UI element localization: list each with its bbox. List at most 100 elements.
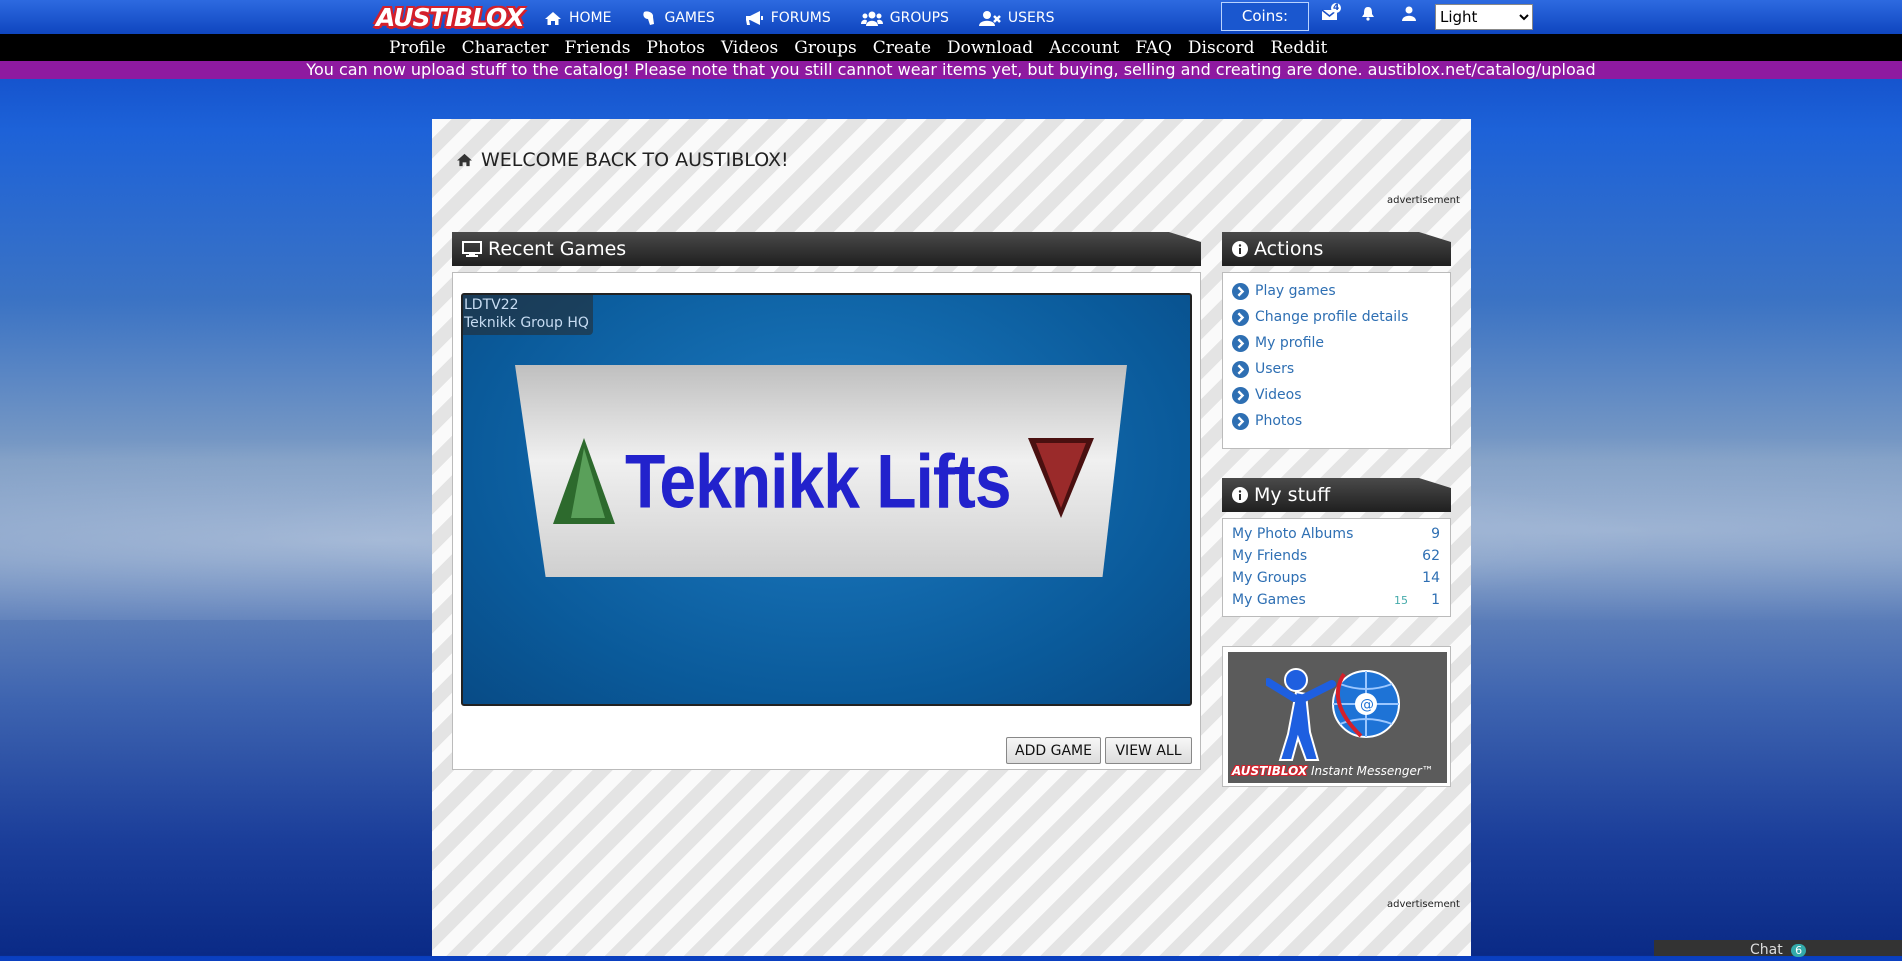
- stuff-label: My Photo Albums: [1232, 526, 1354, 542]
- chevron-right-circle-icon: [1232, 386, 1249, 404]
- game-info-tag: LDTV22 Teknikk Group HQ: [463, 295, 593, 335]
- stuff-label: My Friends: [1232, 548, 1308, 564]
- subnav-faq[interactable]: FAQ: [1135, 38, 1172, 58]
- action-label: My profile: [1255, 335, 1325, 351]
- nav-users-label: USERS: [1007, 10, 1055, 26]
- megaphone-icon: [745, 10, 763, 25]
- announcement-banner: You can now upload stuff to the catalog!…: [0, 61, 1902, 79]
- nav-games-label: GAMES: [664, 10, 715, 26]
- game-name[interactable]: Teknikk Group HQ: [464, 314, 589, 332]
- action-change-profile[interactable]: Change profile details: [1232, 304, 1450, 330]
- my-stuff-groups[interactable]: My Groups 14: [1232, 567, 1450, 589]
- subnav-download[interactable]: Download: [947, 38, 1033, 58]
- subnav-account[interactable]: Account: [1049, 38, 1119, 58]
- stuff-label: My Groups: [1232, 570, 1307, 586]
- messages-button[interactable]: 4: [1321, 3, 1342, 25]
- messenger-brand: AUSTIBLOX: [1232, 764, 1308, 778]
- action-label: Photos: [1255, 413, 1303, 429]
- advertisement-label-top: advertisement: [1387, 195, 1460, 206]
- subnav-friends[interactable]: Friends: [565, 38, 631, 58]
- recent-games-box: Teknikk Lifts LDTV22 Teknikk Group HQ AD…: [452, 272, 1201, 770]
- view-all-button[interactable]: VIEW ALL: [1105, 737, 1192, 764]
- subnav-discord[interactable]: Discord: [1188, 38, 1255, 58]
- my-stuff-friends[interactable]: My Friends 62: [1232, 545, 1450, 567]
- profile-button[interactable]: [1402, 6, 1416, 25]
- action-label: Users: [1255, 361, 1295, 377]
- subnav-photos[interactable]: Photos: [647, 38, 705, 58]
- home-icon: [457, 153, 472, 167]
- actions-header: Actions: [1222, 232, 1451, 266]
- site-logo[interactable]: AUSTIBLOX: [376, 0, 525, 34]
- top-bar: AUSTIBLOX HOME GAMES FORUMS GROUPS USERS…: [0, 0, 1902, 52]
- nav-forums[interactable]: FORUMS: [745, 10, 831, 26]
- messenger-caption: AUSTIBLOX Instant Messenger™: [1232, 764, 1434, 778]
- stuff-count: 9: [1431, 526, 1440, 542]
- notifications-button[interactable]: [1361, 6, 1375, 25]
- nav-home-label: HOME: [569, 10, 612, 26]
- monitor-icon: [462, 241, 482, 257]
- info-icon: [1232, 241, 1248, 257]
- my-stuff-header: My stuff: [1222, 478, 1451, 512]
- actions-title: Actions: [1254, 238, 1324, 260]
- top-nav: HOME GAMES FORUMS GROUPS USERS: [544, 0, 1085, 36]
- subnav-character[interactable]: Character: [462, 38, 549, 58]
- user-icon: [1402, 6, 1416, 21]
- instant-messenger-promo[interactable]: @ AUSTIBLOX Instant Messenger™: [1222, 646, 1451, 787]
- group-icon: [860, 11, 883, 26]
- home-icon: [545, 11, 561, 25]
- chevron-right-circle-icon: [1232, 334, 1249, 352]
- chat-count-badge: 6: [1791, 944, 1807, 957]
- action-videos[interactable]: Videos: [1232, 382, 1450, 408]
- action-label: Change profile details: [1255, 309, 1409, 325]
- chevron-right-circle-icon: [1232, 308, 1249, 326]
- nav-games[interactable]: GAMES: [641, 10, 715, 26]
- recent-games-title: Recent Games: [488, 238, 627, 260]
- stuff-count: 1: [1431, 592, 1440, 608]
- action-photos[interactable]: Photos: [1232, 408, 1450, 434]
- add-game-button[interactable]: ADD GAME: [1006, 737, 1101, 764]
- nav-forums-label: FORUMS: [770, 10, 831, 26]
- up-arrow-icon: [553, 438, 615, 524]
- welcome-text: WELCOME BACK TO AUSTIBLOX!: [481, 149, 789, 171]
- nav-users[interactable]: USERS: [978, 10, 1055, 26]
- stuff-label: My Games: [1232, 592, 1306, 608]
- my-stuff-games[interactable]: My Games 15 1: [1232, 589, 1450, 611]
- chevron-right-circle-icon: [1232, 412, 1249, 430]
- messenger-text: Instant Messenger™: [1311, 764, 1434, 778]
- subnav-profile[interactable]: Profile: [389, 38, 446, 58]
- action-label: Play games: [1255, 283, 1336, 299]
- nav-home[interactable]: HOME: [544, 10, 611, 26]
- subnav-reddit[interactable]: Reddit: [1270, 38, 1327, 58]
- svg-text:@: @: [1360, 697, 1374, 713]
- subnav-groups[interactable]: Groups: [794, 38, 857, 58]
- games-icon: [643, 11, 655, 25]
- my-stuff-photo-albums[interactable]: My Photo Albums 9: [1232, 523, 1450, 545]
- action-label: Videos: [1255, 387, 1302, 403]
- down-arrow-icon: [1028, 438, 1094, 518]
- advertisement-label-bottom: advertisement: [1387, 899, 1460, 910]
- coins-display[interactable]: Coins: 2840: [1221, 2, 1309, 52]
- game-thumbnail[interactable]: Teknikk Lifts LDTV22 Teknikk Group HQ: [461, 293, 1192, 706]
- instant-messenger-banner: @ AUSTIBLOX Instant Messenger™: [1228, 652, 1447, 783]
- nav-groups[interactable]: GROUPS: [860, 10, 949, 26]
- messenger-figure-icon: @: [1266, 668, 1400, 761]
- theme-select[interactable]: Light: [1435, 4, 1533, 30]
- welcome-heading: WELCOME BACK TO AUSTIBLOX!: [456, 149, 789, 171]
- secondary-nav: Profile Character Friends Photos Videos …: [0, 34, 1902, 61]
- stuff-count: 62: [1422, 548, 1440, 564]
- bell-icon: [1362, 7, 1374, 21]
- action-play-games[interactable]: Play games: [1232, 278, 1450, 304]
- my-stuff-box: My Photo Albums 9 My Friends 62 My Groups 1…: [1222, 518, 1451, 617]
- info-icon: [1232, 487, 1248, 503]
- main-panel: WELCOME BACK TO AUSTIBLOX! advertisement…: [432, 119, 1471, 956]
- game-creator[interactable]: LDTV22: [464, 296, 589, 314]
- chat-tab[interactable]: Chat 6: [1654, 940, 1902, 958]
- stuff-extra-count: 15: [1394, 593, 1408, 607]
- action-my-profile[interactable]: My profile: [1232, 330, 1450, 356]
- subnav-create[interactable]: Create: [873, 38, 931, 58]
- chevron-right-circle-icon: [1232, 360, 1249, 378]
- action-users[interactable]: Users: [1232, 356, 1450, 382]
- chevron-right-circle-icon: [1232, 282, 1249, 300]
- subnav-videos[interactable]: Videos: [721, 38, 778, 58]
- users-icon: [978, 10, 1001, 26]
